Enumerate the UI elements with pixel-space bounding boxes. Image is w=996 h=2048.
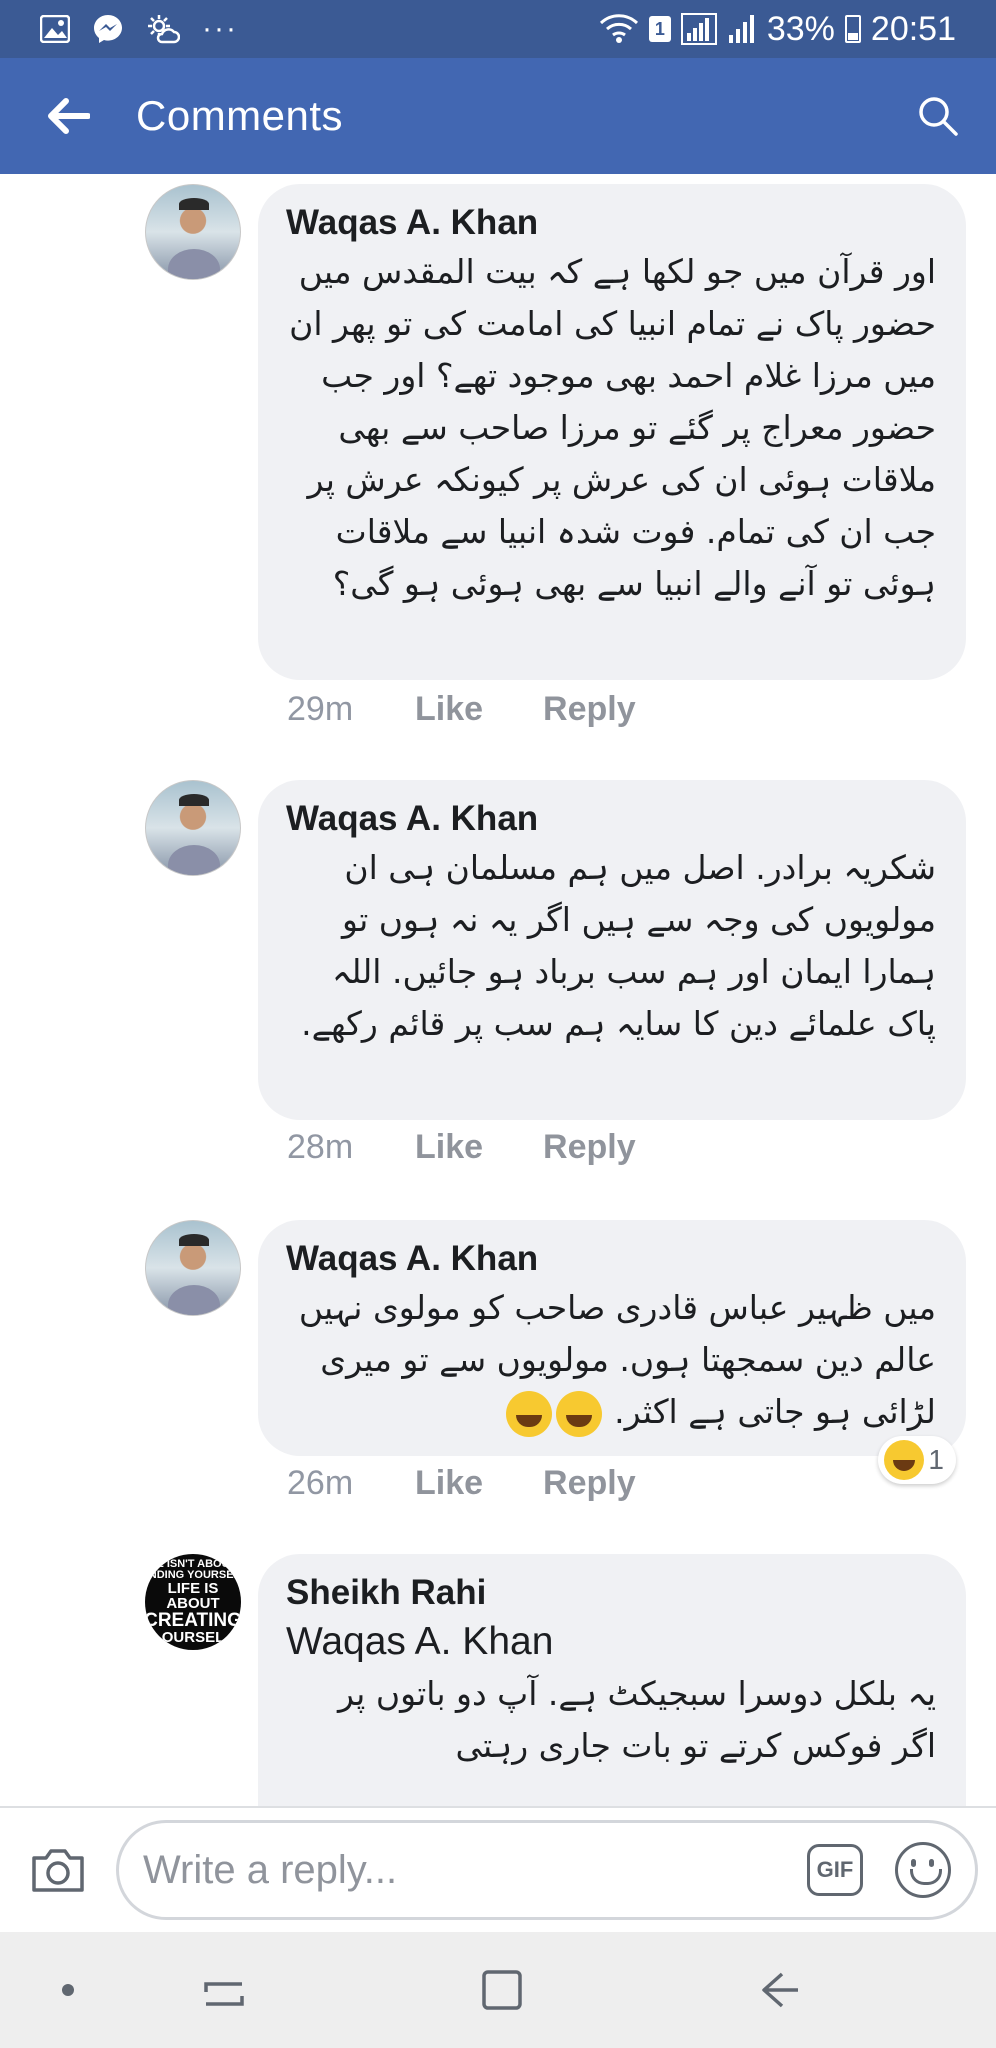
back-nav-button[interactable] [720,1932,840,2048]
comment-time[interactable]: 28m [287,1128,415,1167]
like-button[interactable]: Like [415,690,483,729]
page-title: Comments [136,92,344,139]
haha-reaction-icon [884,1440,925,1480]
camera-icon [32,1849,84,1892]
app-bar: Comments [0,58,996,174]
search-button[interactable] [880,58,996,174]
camera-button[interactable] [0,1812,116,1928]
comment-text: یہ بلکل دوسرا سبجیکٹ ہے. آپ دو باتوں پر … [337,1674,936,1765]
nav-dot-indicator [8,1932,128,2048]
comment-text: شکریہ برادر. اصل میں ہم مسلمان ہی ان مول… [301,848,936,1043]
gallery-icon [40,15,70,43]
sim-badge: 1 [648,16,671,42]
comment-author[interactable]: Waqas A. Khan [286,796,936,842]
system-nav-bar [0,1932,996,2048]
home-button[interactable] [442,1932,562,2048]
battery-percentage: 33% [766,9,835,48]
gif-button[interactable]: GIF [807,1844,863,1896]
back-button[interactable] [0,58,136,174]
reply-input[interactable] [143,1847,807,1893]
comment-text-content: میں ظہیر عباس قادری صاحب کو مولوی نہیں ع… [298,1288,936,1431]
avatar[interactable] [145,1220,241,1316]
comment-bubble: Waqas A. Khan میں ظہیر عباس قادری صاحب ک… [258,1220,966,1456]
mention-tag[interactable]: Waqas A. Khan [286,1616,936,1668]
signal-icon-2 [727,13,757,45]
comment-actions: 29m Like Reply [287,690,696,729]
reaction-count: 1 [928,1444,944,1475]
avatar[interactable] [145,184,241,280]
battery-icon [844,15,861,43]
like-button[interactable]: Like [415,1464,483,1503]
status-bar: ··· 1 33% 20:51 [0,0,996,58]
system-indicators: 1 33% 20:51 [599,10,956,49]
back-arrow-icon [48,98,90,134]
comment-actions: 26m Like Reply [287,1464,696,1503]
reply-composer: GIF [0,1806,996,1932]
comment-bubble: Sheikh Rahi Waqas A. Khan یہ بلکل دوسرا … [258,1554,966,1806]
avatar[interactable] [145,780,241,876]
signal-icon-1 [680,13,717,45]
back-nav-icon [762,1972,798,2008]
notification-icons: ··· [40,12,238,46]
comment-text: اور قرآن میں جو لکھا ہے کہ بیت المقدس می… [289,252,936,603]
wifi-icon [599,13,639,45]
comment-actions: 28m Like Reply [287,1128,696,1167]
laughing-emoji-icon [505,1390,552,1437]
comment-time[interactable]: 29m [287,690,415,729]
dot-icon [62,1984,74,1996]
messenger-icon [92,13,124,45]
avatar[interactable]: E ISN'T ABOU INDING YOURSEL LIFE IS ABOU… [145,1554,241,1650]
reply-input-wrapper: GIF [116,1820,978,1920]
like-button[interactable]: Like [415,1128,483,1167]
laughing-emoji-icon [555,1390,602,1437]
comment-bubble: Waqas A. Khan شکریہ برادر. اصل میں ہم مس… [258,780,966,1120]
comment-text: میں ظہیر عباس قادری صاحب کو مولوی نہیں ع… [286,1282,936,1438]
emoji-button[interactable] [895,1842,951,1898]
screen: ··· 1 33% 20:51 Comments Waqas A. Khan ا… [0,0,996,2048]
reply-button[interactable]: Reply [543,1464,636,1503]
clock: 20:51 [870,9,956,48]
comment-author[interactable]: Sheikh Rahi [286,1570,936,1616]
comment-time[interactable]: 26m [287,1464,415,1503]
comment-author[interactable]: Waqas A. Khan [286,200,936,246]
reply-button[interactable]: Reply [543,690,636,729]
weather-icon [146,14,180,44]
comment-bubble: Waqas A. Khan اور قرآن میں جو لکھا ہے کہ… [258,184,966,680]
comment-author[interactable]: Waqas A. Khan [286,1236,936,1282]
reply-button[interactable]: Reply [543,1128,636,1167]
recent-apps-icon [204,1982,244,2006]
search-icon [919,97,958,136]
reaction-summary[interactable]: 1 [878,1436,956,1484]
comments-list: Waqas A. Khan اور قرآن میں جو لکھا ہے کہ… [0,174,996,1806]
recent-apps-button[interactable] [164,1932,284,2048]
more-notifications-icon: ··· [202,12,238,45]
home-icon [482,1970,522,2010]
